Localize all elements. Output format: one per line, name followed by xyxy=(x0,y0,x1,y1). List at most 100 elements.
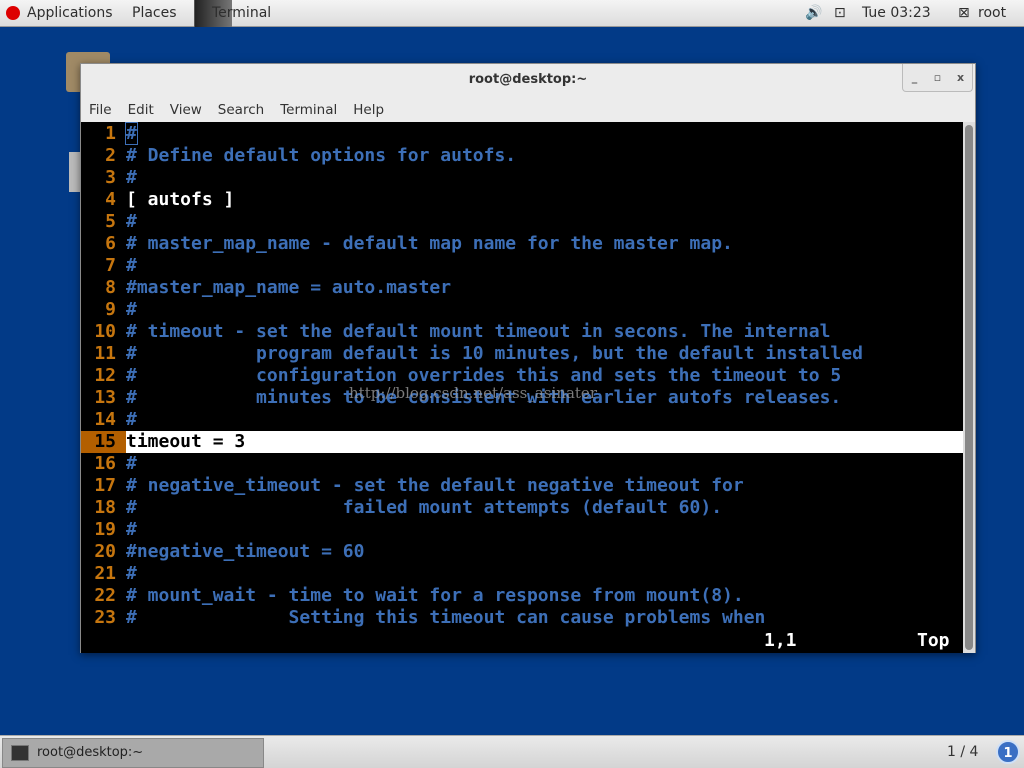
line-text: timeout = 3 xyxy=(126,431,246,452)
editor-line[interactable]: 8 #master_map_name = auto.master xyxy=(81,277,963,299)
line-text: # master_map_name - default map name for… xyxy=(126,233,733,254)
menu-help[interactable]: Help xyxy=(345,98,392,122)
editor-line[interactable]: 14 # xyxy=(81,409,963,431)
line-number: 1 xyxy=(105,123,116,144)
line-text: # xyxy=(126,255,137,276)
line-text: # xyxy=(126,519,137,540)
clock[interactable]: Tue 03:23 xyxy=(862,5,931,21)
editor-line[interactable]: 15 timeout = 3 xyxy=(81,431,963,453)
editor-line[interactable]: 23 # Setting this timeout can cause probl… xyxy=(81,607,963,629)
user-menu[interactable]: root xyxy=(978,5,1006,21)
terminal-app-menu[interactable]: Terminal xyxy=(212,5,271,21)
editor-line[interactable]: 17 # negative_timeout - set the default n… xyxy=(81,475,963,497)
line-number: 16 xyxy=(94,453,116,474)
line-text: [ autofs ] xyxy=(126,189,235,210)
line-text: # xyxy=(126,409,137,430)
line-text: # configuration overrides this and sets … xyxy=(126,365,842,386)
line-text: # timeout - set the default mount timeou… xyxy=(126,321,831,342)
menu-search[interactable]: Search xyxy=(210,98,272,122)
menu-terminal[interactable]: Terminal xyxy=(272,98,345,122)
line-text: #master_map_name = auto.master xyxy=(126,277,452,298)
bottom-panel: root@desktop:~ 1 / 4 1 xyxy=(0,735,1024,768)
editor-line[interactable]: 7 # xyxy=(81,255,963,277)
line-number: 17 xyxy=(94,475,116,496)
places-menu[interactable]: Places xyxy=(132,5,177,21)
minimize-button[interactable]: _ xyxy=(903,64,926,91)
line-number: 12 xyxy=(94,365,116,386)
scroll-position: Top xyxy=(917,630,950,651)
close-button[interactable]: x xyxy=(949,64,972,91)
line-text: #negative_timeout = 60 xyxy=(126,541,365,562)
scrollbar[interactable] xyxy=(963,122,975,653)
line-number: 18 xyxy=(94,497,116,518)
line-number: 10 xyxy=(94,321,116,342)
line-text: # xyxy=(126,299,137,320)
line-text: # mount_wait - time to wait for a respon… xyxy=(126,585,744,606)
line-text: # failed mount attempts (default 60). xyxy=(126,497,723,518)
line-number: 11 xyxy=(94,343,116,364)
line-text: # xyxy=(126,167,137,188)
editor-line[interactable]: 19 # xyxy=(81,519,963,541)
line-number: 6 xyxy=(105,233,116,254)
editor-line[interactable]: 3 # xyxy=(81,167,963,189)
terminal-window: root@desktop:~ _ ▫ x File Edit View Sear… xyxy=(80,63,976,653)
editor-line[interactable]: 20 #negative_timeout = 60 xyxy=(81,541,963,563)
line-number: 20 xyxy=(94,541,116,562)
editor-line[interactable]: 2 # Define default options for autofs. xyxy=(81,145,963,167)
workspace-badge[interactable]: 1 xyxy=(996,740,1020,764)
line-text: # xyxy=(126,211,137,232)
line-number: 23 xyxy=(94,607,116,628)
workspace-indicator[interactable]: 1 / 4 xyxy=(947,744,978,760)
line-text: # negative_timeout - set the default neg… xyxy=(126,475,744,496)
taskbar-item-terminal[interactable]: root@desktop:~ xyxy=(2,738,264,768)
network-icon[interactable]: ⊡ xyxy=(834,5,846,21)
menu-view[interactable]: View xyxy=(162,98,210,122)
editor-line[interactable]: 11 # program default is 10 minutes, but t… xyxy=(81,343,963,365)
terminal-content[interactable]: 1 #2 # Define default options for autofs. 3… xyxy=(81,122,963,653)
editor-line[interactable]: 22 # mount_wait - time to wait for a resp… xyxy=(81,585,963,607)
line-number: 4 xyxy=(105,189,116,210)
menu-edit[interactable]: Edit xyxy=(120,98,162,122)
line-number: 22 xyxy=(94,585,116,606)
line-number: 2 xyxy=(105,145,116,166)
menu-bar: File Edit View Search Terminal Help xyxy=(81,98,392,122)
line-number: 14 xyxy=(94,409,116,430)
line-text: # program default is 10 minutes, but the… xyxy=(126,343,863,364)
top-panel: Applications Places Terminal 🔊 ⊡ Tue 03:… xyxy=(0,0,1024,27)
line-number: 19 xyxy=(94,519,116,540)
editor-line[interactable]: 4 [ autofs ] xyxy=(81,189,963,211)
volume-icon[interactable]: 🔊 xyxy=(805,5,822,21)
line-number: 5 xyxy=(105,211,116,232)
menu-file[interactable]: File xyxy=(81,98,120,122)
editor-line[interactable]: 16 # xyxy=(81,453,963,475)
applications-menu[interactable]: Applications xyxy=(27,5,113,21)
cursor-position: 1,1 xyxy=(764,630,797,651)
terminal-icon xyxy=(11,745,29,761)
line-number: 8 xyxy=(105,277,116,298)
line-number: 15 xyxy=(81,431,126,453)
taskbar-item-label: root@desktop:~ xyxy=(37,745,144,760)
editor-line[interactable]: 6 # master_map_name - default map name fo… xyxy=(81,233,963,255)
editor-line[interactable]: 10 # timeout - set the default mount time… xyxy=(81,321,963,343)
line-text: # xyxy=(126,453,137,474)
line-text: # xyxy=(126,563,137,584)
editor-line[interactable]: 21 # xyxy=(81,563,963,585)
line-number: 21 xyxy=(94,563,116,584)
editor-line[interactable]: 5 # xyxy=(81,211,963,233)
line-number: 7 xyxy=(105,255,116,276)
line-number: 9 xyxy=(105,299,116,320)
editor-line[interactable]: 1 # xyxy=(81,122,963,145)
line-text-with-cursor: # xyxy=(125,122,138,145)
redhat-logo-icon xyxy=(6,6,20,20)
line-text: # Setting this timeout can cause problem… xyxy=(126,607,766,628)
scrollbar-thumb[interactable] xyxy=(965,125,973,650)
watermark: http://blog.csdn.net/ass_asinater xyxy=(349,384,597,402)
line-number: 3 xyxy=(105,167,116,188)
line-text: # Define default options for autofs. xyxy=(126,145,517,166)
line-number: 13 xyxy=(94,387,116,408)
window-title: root@desktop:~ xyxy=(468,72,588,87)
user-icon[interactable]: ⊠ xyxy=(958,5,970,21)
maximize-button[interactable]: ▫ xyxy=(926,64,949,91)
editor-line[interactable]: 9 # xyxy=(81,299,963,321)
editor-line[interactable]: 18 # failed mount attempts (default 60). xyxy=(81,497,963,519)
